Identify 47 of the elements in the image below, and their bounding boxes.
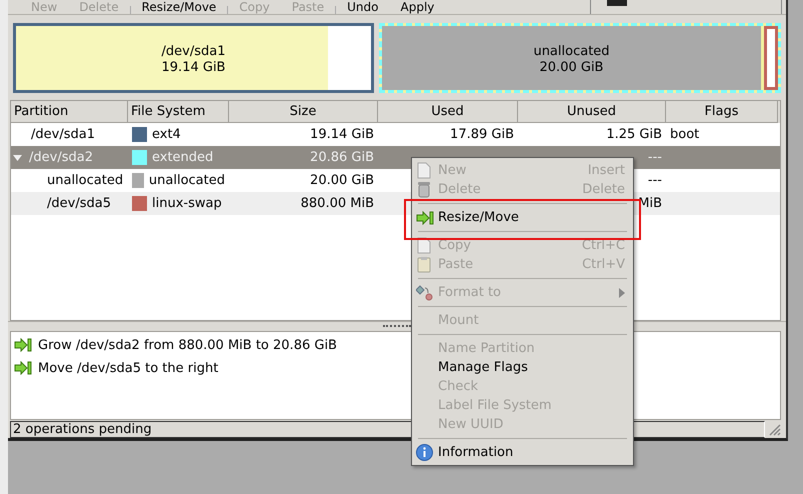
resize-grip-icon[interactable] xyxy=(767,422,781,436)
size-value: 880.00 MiB xyxy=(300,196,374,211)
operation-text: Move /dev/sda5 to the right xyxy=(38,360,218,376)
toolbar-button[interactable]: Undo xyxy=(336,1,390,14)
partition-name: /dev/sda1 xyxy=(31,127,95,142)
size-value: 19.14 GiB xyxy=(310,127,374,142)
filesystem-name: ext4 xyxy=(152,127,181,142)
swap-block[interactable] xyxy=(764,26,778,90)
column-header[interactable]: File System xyxy=(128,101,229,123)
partition-name: /dev/sda5 xyxy=(47,196,111,211)
size-value: 20.00 GiB xyxy=(310,173,374,188)
filesystem-name: linux-swap xyxy=(152,196,222,211)
unused-value: --- xyxy=(648,150,662,165)
arrow-icon xyxy=(14,338,32,352)
unused-value: 1.25 GiB xyxy=(606,127,662,142)
menu-item[interactable]: Manage Flags xyxy=(412,358,633,377)
column-header[interactable]: Unused xyxy=(518,101,666,123)
partition-name: /dev/sda2 xyxy=(29,150,93,165)
filesystem-name: unallocated xyxy=(148,173,225,188)
partition-label: /dev/sda1 19.14 GiB xyxy=(160,44,226,76)
expander-icon[interactable] xyxy=(13,154,25,160)
arrow-icon xyxy=(416,210,434,224)
document-icon xyxy=(416,162,432,179)
menu-item[interactable]: Resize/Move xyxy=(412,208,633,227)
used-value: 17.89 GiB xyxy=(450,127,514,142)
partition-label: unallocated 20.00 GiB xyxy=(532,44,611,76)
arrow-icon xyxy=(14,361,32,376)
trash-icon xyxy=(416,181,432,198)
partition-block[interactable]: /dev/sda1 19.14 GiB xyxy=(13,23,374,93)
column-header[interactable]: Flags xyxy=(666,101,778,123)
clipboard-icon xyxy=(416,256,432,273)
menu-item[interactable]: Information xyxy=(412,443,633,462)
operation-text: Grow /dev/sda2 from 880.00 MiB to 20.86 GiB xyxy=(38,338,337,353)
flags-value: boot xyxy=(670,127,700,142)
column-header[interactable]: Size xyxy=(229,101,378,123)
column-header[interactable]: Partition xyxy=(11,101,128,123)
drive-icon xyxy=(607,0,627,6)
column-header[interactable]: Used xyxy=(378,101,518,123)
format-icon xyxy=(416,284,433,300)
info-icon xyxy=(416,444,433,461)
partition-name: unallocated xyxy=(47,173,124,188)
toolbar-button[interactable]: Resize/Move xyxy=(130,1,228,14)
device-combo[interactable] xyxy=(590,0,782,14)
unused-value: --- xyxy=(648,173,662,188)
size-value: 20.86 GiB xyxy=(310,150,374,165)
toolbar-button[interactable]: Apply xyxy=(390,1,446,14)
filesystem-name: extended xyxy=(152,150,214,165)
